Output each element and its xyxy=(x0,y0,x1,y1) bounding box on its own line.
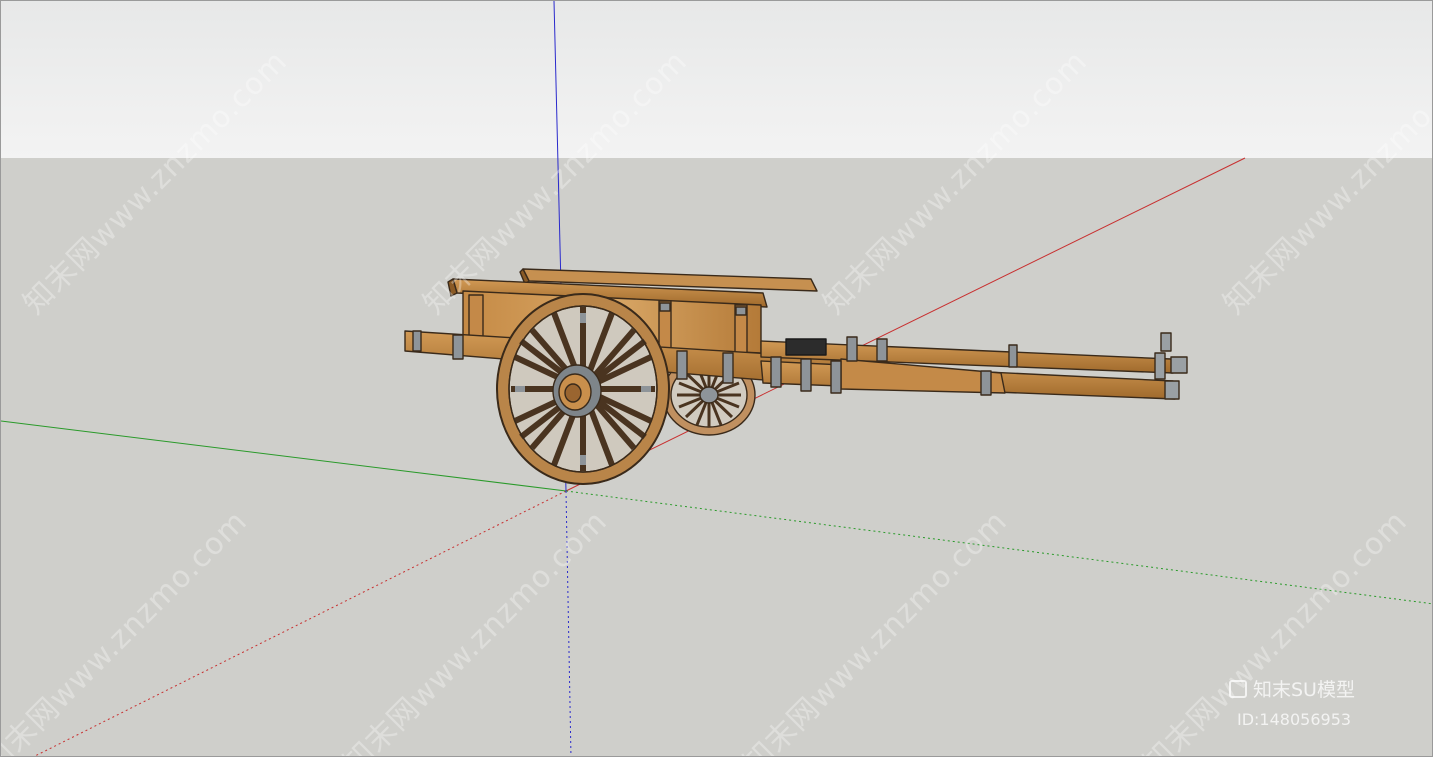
brand-logo-icon xyxy=(1229,679,1247,698)
brand-overlay: 知末SU模型 ID:148056953 xyxy=(1229,675,1355,729)
red-axis-dotted xyxy=(33,490,567,756)
green-axis-solid xyxy=(1,420,567,492)
front-wheel xyxy=(496,293,670,485)
cart-model[interactable] xyxy=(404,268,1188,485)
blue-axis-dotted xyxy=(565,490,572,756)
model-id: ID:148056953 xyxy=(1237,710,1352,729)
sketchup-viewport[interactable]: 知末网www.znzmo.com 知末网www.znzmo.com 知末网www… xyxy=(0,0,1433,757)
brand-name: 知末SU模型 xyxy=(1253,679,1355,701)
green-axis-dotted xyxy=(565,490,1432,605)
model-scene[interactable] xyxy=(1,1,1433,757)
